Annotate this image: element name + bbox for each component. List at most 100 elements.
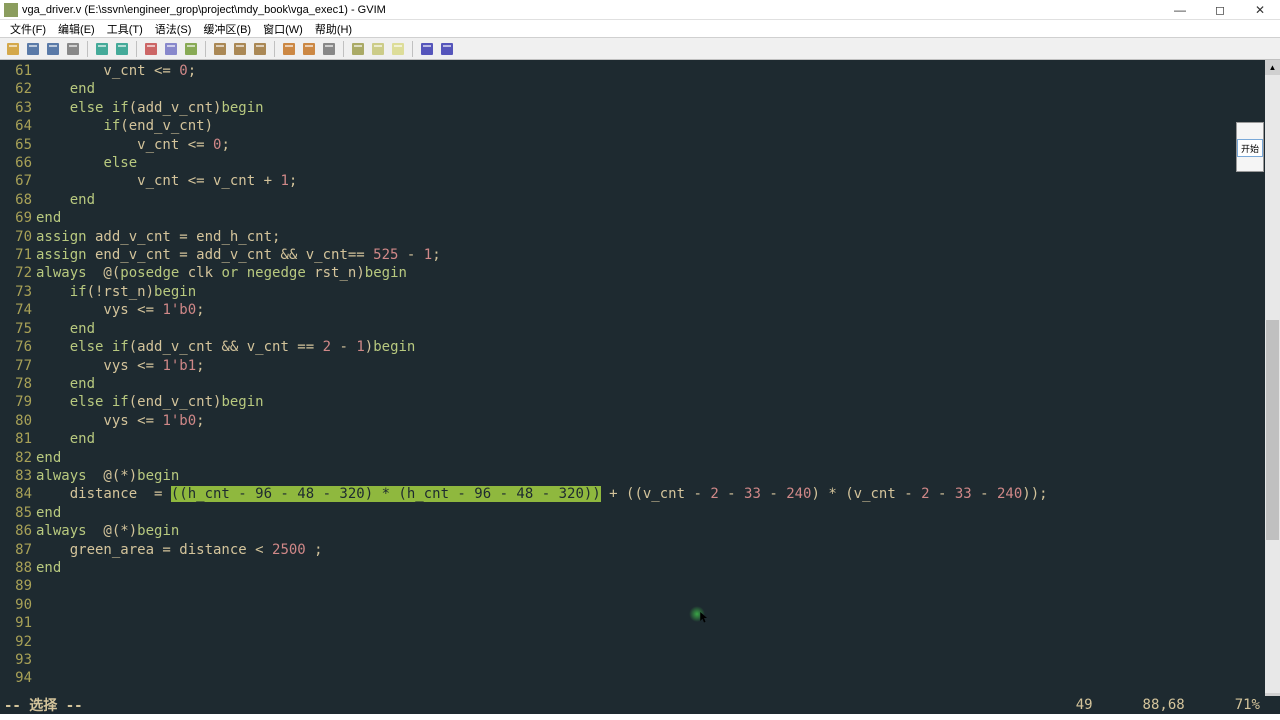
menu-edit[interactable]: 编辑(E) xyxy=(52,21,101,37)
scroll-up-arrow[interactable]: ▲ xyxy=(1265,60,1280,75)
line-number: 89 xyxy=(0,577,32,595)
menubar: 文件(F) 编辑(E) 工具(T) 语法(S) 缓冲区(B) 窗口(W) 帮助(… xyxy=(0,20,1280,38)
code-line[interactable]: vys <= 1'b1; xyxy=(36,357,1280,375)
code-line[interactable]: assign add_v_cnt = end_h_cnt; xyxy=(36,228,1280,246)
mode-indicator: -- 选择 -- xyxy=(0,695,83,715)
code-line[interactable]: v_cnt <= 0; xyxy=(36,136,1280,154)
code-line[interactable]: vys <= 1'b0; xyxy=(36,412,1280,430)
code-line[interactable]: end xyxy=(36,80,1280,98)
titlebar: vga_driver.v (E:\ssvn\engineer_grop\proj… xyxy=(0,0,1280,20)
code-line[interactable]: else if(end_v_cnt)begin xyxy=(36,393,1280,411)
line-number: 94 xyxy=(0,669,32,687)
code-line[interactable]: else if(add_v_cnt)begin xyxy=(36,99,1280,117)
line-number: 68 xyxy=(0,191,32,209)
code-line[interactable]: always @(posedge clk or negedge rst_n)be… xyxy=(36,264,1280,282)
line-number: 87 xyxy=(0,541,32,559)
status-pos: 88,68 xyxy=(1143,697,1185,713)
shell-icon[interactable] xyxy=(320,40,338,58)
tagselect-icon[interactable] xyxy=(389,40,407,58)
line-number: 84 xyxy=(0,485,32,503)
vertical-scrollbar[interactable]: ▲ ▼ xyxy=(1265,60,1280,708)
code-line[interactable]: if(end_v_cnt) xyxy=(36,117,1280,135)
line-number: 71 xyxy=(0,246,32,264)
undo-icon[interactable] xyxy=(93,40,111,58)
paste-icon[interactable] xyxy=(182,40,200,58)
code-line[interactable]: end xyxy=(36,191,1280,209)
line-number: 93 xyxy=(0,651,32,669)
statusbar: -- 选择 -- 49 88,68 71% xyxy=(0,696,1280,714)
code-line[interactable]: end xyxy=(36,209,1280,227)
floating-panel[interactable]: 开始 xyxy=(1236,122,1264,172)
code-line[interactable]: v_cnt <= 0; xyxy=(36,62,1280,80)
app-icon xyxy=(4,3,18,17)
line-number: 92 xyxy=(0,633,32,651)
editor[interactable]: 6162636465666768697071727374757677787980… xyxy=(0,60,1280,708)
menu-tools[interactable]: 工具(T) xyxy=(101,21,149,37)
print-icon[interactable] xyxy=(64,40,82,58)
code-line[interactable]: v_cnt <= v_cnt + 1; xyxy=(36,172,1280,190)
save-icon[interactable] xyxy=(24,40,42,58)
replace-icon[interactable] xyxy=(251,40,269,58)
window-title: vga_driver.v (E:\ssvn\engineer_grop\proj… xyxy=(22,4,1160,16)
code-line[interactable]: end xyxy=(36,449,1280,467)
copy-icon[interactable] xyxy=(162,40,180,58)
findword-icon[interactable] xyxy=(438,40,456,58)
code-line[interactable]: end xyxy=(36,375,1280,393)
scroll-thumb[interactable] xyxy=(1266,320,1279,540)
code-line[interactable]: if(!rst_n)begin xyxy=(36,283,1280,301)
code-line[interactable]: assign end_v_cnt = add_v_cnt && v_cnt== … xyxy=(36,246,1280,264)
code-line[interactable]: green_area = distance < 2500 ; xyxy=(36,541,1280,559)
code-line[interactable]: vys <= 1'b0; xyxy=(36,301,1280,319)
code-line[interactable]: always @(*)begin xyxy=(36,467,1280,485)
find-next-icon[interactable] xyxy=(231,40,249,58)
line-number: 72 xyxy=(0,264,32,282)
minimize-button[interactable]: — xyxy=(1160,0,1200,20)
line-number: 78 xyxy=(0,375,32,393)
line-number: 81 xyxy=(0,430,32,448)
code-line[interactable]: else if(add_v_cnt && v_cnt == 2 - 1)begi… xyxy=(36,338,1280,356)
menu-buffer[interactable]: 缓冲区(B) xyxy=(197,21,257,37)
make-icon[interactable] xyxy=(300,40,318,58)
line-number: 77 xyxy=(0,357,32,375)
tag-icon[interactable] xyxy=(349,40,367,58)
tags-icon[interactable] xyxy=(369,40,387,58)
line-number: 79 xyxy=(0,393,32,411)
line-number: 73 xyxy=(0,283,32,301)
redo-icon[interactable] xyxy=(113,40,131,58)
code-line[interactable]: else xyxy=(36,154,1280,172)
line-number: 75 xyxy=(0,320,32,338)
toolbar xyxy=(0,38,1280,60)
line-number: 85 xyxy=(0,504,32,522)
menu-help[interactable]: 帮助(H) xyxy=(309,21,358,37)
line-number: 91 xyxy=(0,614,32,632)
run-icon[interactable] xyxy=(280,40,298,58)
status-pct: 71% xyxy=(1235,697,1260,713)
maximize-button[interactable]: ◻ xyxy=(1200,0,1240,20)
help-icon[interactable] xyxy=(418,40,436,58)
open-icon[interactable] xyxy=(4,40,22,58)
line-number: 63 xyxy=(0,99,32,117)
line-number: 83 xyxy=(0,467,32,485)
find-prev-icon[interactable] xyxy=(211,40,229,58)
menu-file[interactable]: 文件(F) xyxy=(4,21,52,37)
line-number: 88 xyxy=(0,559,32,577)
saveall-icon[interactable] xyxy=(44,40,62,58)
close-button[interactable]: ✕ xyxy=(1240,0,1280,20)
menu-syntax[interactable]: 语法(S) xyxy=(149,21,198,37)
line-number: 61 xyxy=(0,62,32,80)
line-number: 76 xyxy=(0,338,32,356)
code-line[interactable]: always @(*)begin xyxy=(36,522,1280,540)
code-line[interactable]: end xyxy=(36,430,1280,448)
start-button[interactable]: 开始 xyxy=(1237,139,1263,157)
line-number: 86 xyxy=(0,522,32,540)
cut-icon[interactable] xyxy=(142,40,160,58)
code-line[interactable]: end xyxy=(36,559,1280,577)
line-number: 62 xyxy=(0,80,32,98)
code-line[interactable]: distance = ((h_cnt - 96 - 48 - 320) * (h… xyxy=(36,485,1280,503)
line-number: 70 xyxy=(0,228,32,246)
code-area[interactable]: v_cnt <= 0; end else if(add_v_cnt)begin … xyxy=(36,60,1280,708)
code-line[interactable]: end xyxy=(36,504,1280,522)
menu-window[interactable]: 窗口(W) xyxy=(257,21,309,37)
line-number: 74 xyxy=(0,301,32,319)
code-line[interactable]: end xyxy=(36,320,1280,338)
